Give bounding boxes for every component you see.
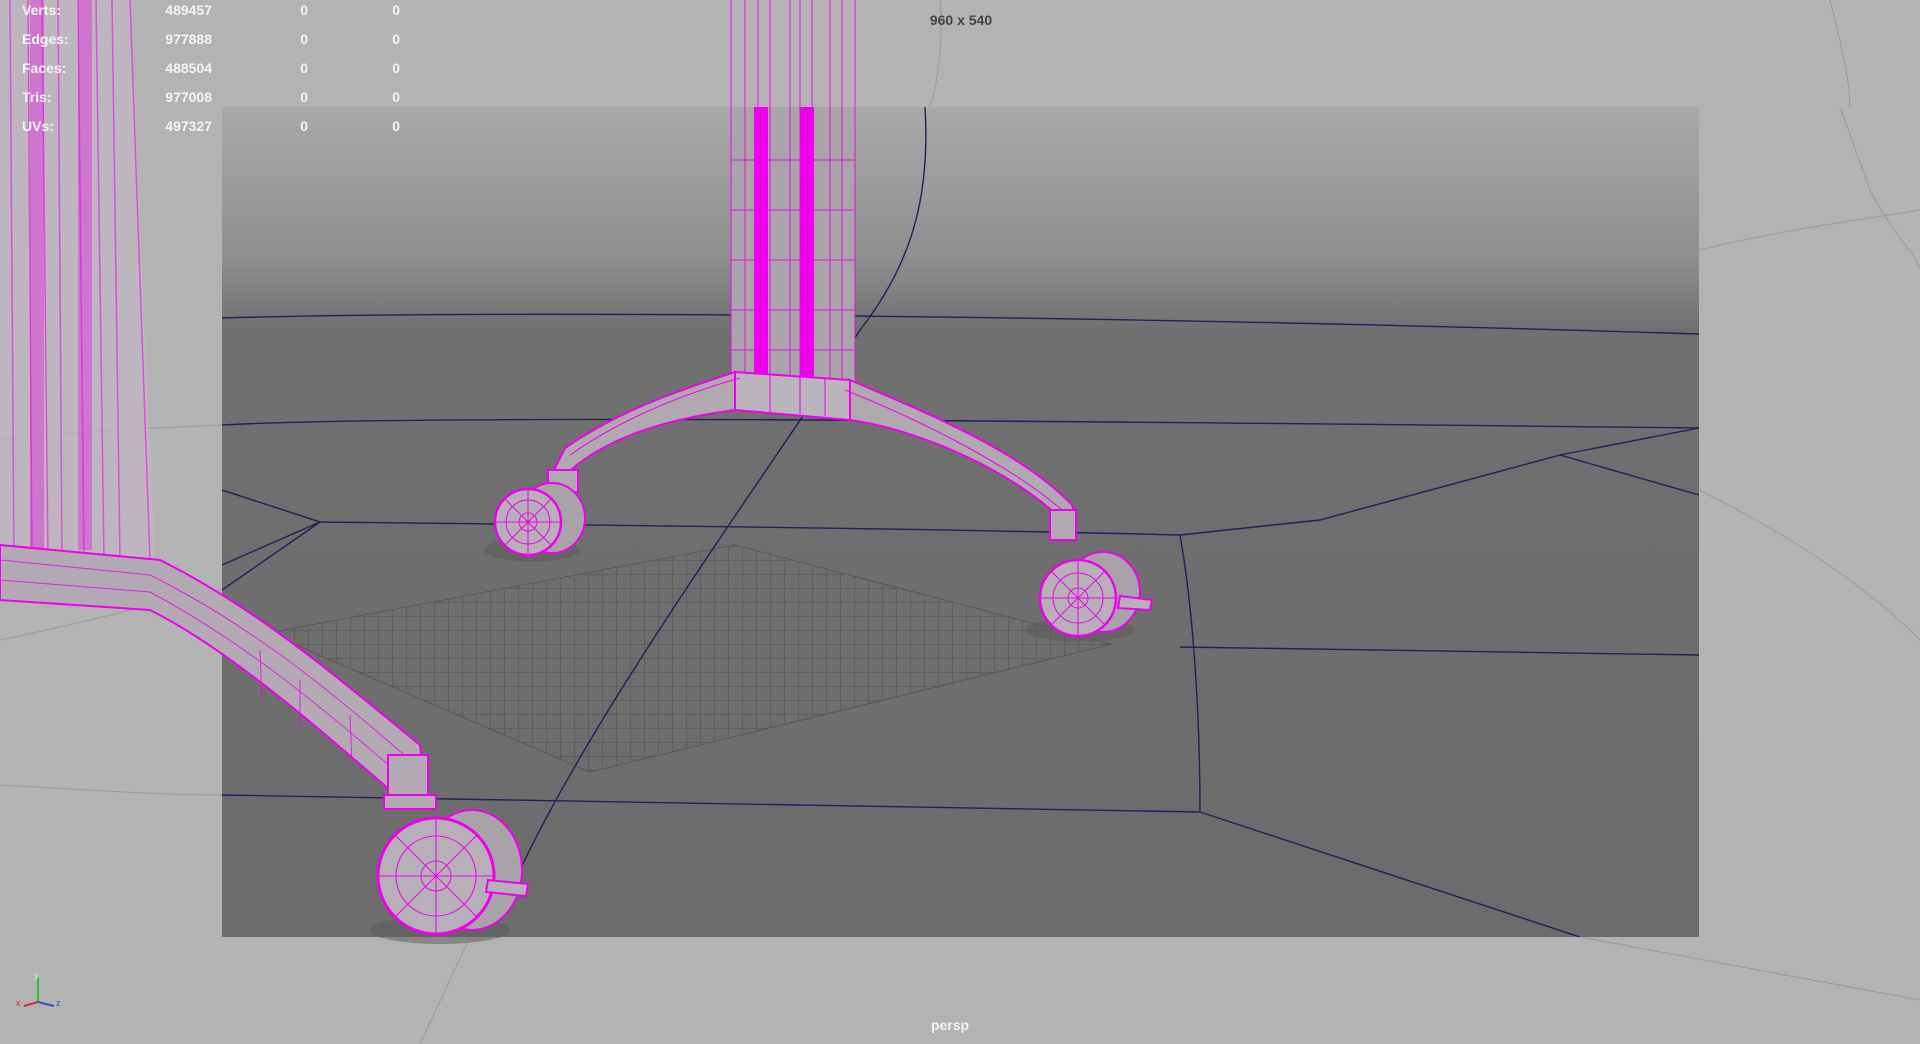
- stat-value: 977888: [165, 31, 212, 47]
- stat-tri-selected: 0: [392, 31, 400, 47]
- stat-row-edges: Edges: 977888 0 0: [22, 31, 422, 51]
- y-axis-label: y: [34, 972, 39, 980]
- stat-label: UVs:: [22, 118, 54, 134]
- stat-tri-selected: 0: [392, 89, 400, 105]
- stat-tri-selected: 0: [392, 118, 400, 134]
- stat-value: 489457: [165, 2, 212, 18]
- x-axis-label: x: [16, 998, 21, 1008]
- stat-selected: 0: [300, 2, 308, 18]
- perspective-viewport[interactable]: Verts: 489457 0 0 Edges: 977888 0 0 Face…: [0, 0, 1920, 1044]
- stat-row-verts: Verts: 489457 0 0: [22, 2, 422, 22]
- resolution-gate: [222, 107, 1699, 937]
- stat-selected: 0: [300, 118, 308, 134]
- stat-label: Faces:: [22, 60, 67, 76]
- stat-row-tris: Tris: 977008 0 0: [22, 89, 422, 109]
- stat-row-uvs: UVs: 497327 0 0: [22, 118, 422, 138]
- stat-value: 977008: [165, 89, 212, 105]
- x-axis-line: [23, 1001, 39, 1007]
- stat-label: Tris:: [22, 89, 52, 105]
- stat-selected: 0: [300, 31, 308, 47]
- poly-count-hud: Verts: 489457 0 0 Edges: 977888 0 0 Face…: [22, 2, 422, 134]
- stat-label: Edges:: [22, 31, 69, 47]
- stat-label: Verts:: [22, 2, 61, 18]
- stat-tri-selected: 0: [392, 60, 400, 76]
- axis-gizmo: y x z: [16, 972, 61, 1008]
- stat-tri-selected: 0: [392, 2, 400, 18]
- stat-value: 488504: [165, 60, 212, 76]
- stat-selected: 0: [300, 60, 308, 76]
- scene-render[interactable]: [0, 0, 1920, 1044]
- z-axis-label: z: [56, 998, 61, 1008]
- stat-selected: 0: [300, 89, 308, 105]
- camera-name-label: persp: [930, 1017, 970, 1033]
- z-axis-line: [37, 1001, 55, 1007]
- stat-row-faces: Faces: 488504 0 0: [22, 60, 422, 80]
- resolution-label: 960 x 540: [929, 12, 993, 28]
- center-pole-mesh: [730, 0, 856, 382]
- stat-value: 497327: [165, 118, 212, 134]
